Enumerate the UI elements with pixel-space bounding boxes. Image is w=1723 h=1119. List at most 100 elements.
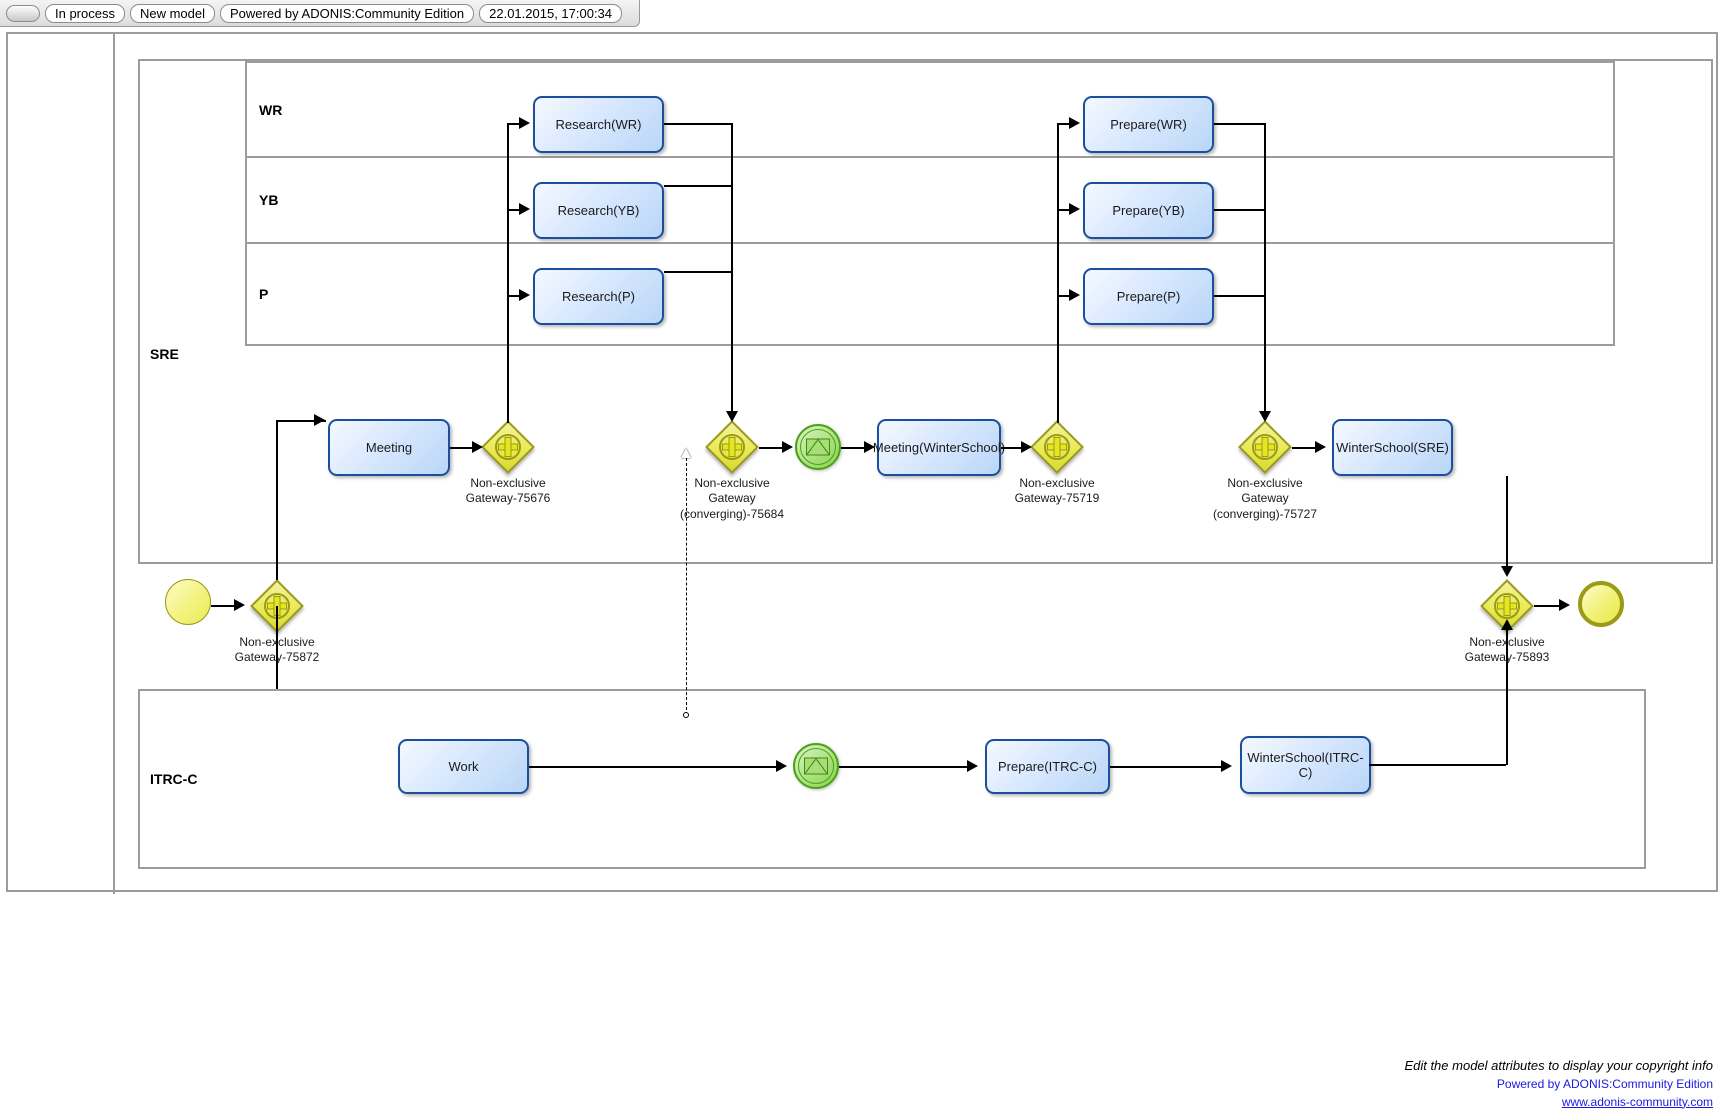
lane-sre-label: SRE xyxy=(150,346,179,362)
connector-line xyxy=(839,766,967,768)
model-frame: ITRC SRE WR YB P Research(WR) Research(Y… xyxy=(6,32,1718,894)
gateway-75676[interactable]: Non-exclusive Gateway-75676 xyxy=(466,420,550,505)
connector-arrow xyxy=(234,599,245,611)
task-prepare-wr[interactable]: Prepare(WR) xyxy=(1083,96,1214,153)
footer-website-link[interactable]: www.adonis-community.com xyxy=(1404,1094,1713,1111)
gateway-75719[interactable]: Non-exclusive Gateway-75719 xyxy=(1015,420,1099,505)
connector-line xyxy=(1214,209,1264,211)
sublane-yb-label: YB xyxy=(259,192,279,208)
connector-line xyxy=(759,447,783,449)
sublane-wr: WR xyxy=(247,63,1613,158)
diagram-canvas[interactable]: ITRC SRE WR YB P Research(WR) Research(Y… xyxy=(0,27,1723,1119)
connector-arrow xyxy=(519,289,530,301)
sublane-yb: YB xyxy=(247,158,1613,244)
footer-powered-by: Powered by ADONIS:Community Edition xyxy=(1496,1077,1713,1092)
timestamp-badge[interactable]: 22.01.2015, 17:00:34 xyxy=(479,3,623,23)
connector-arrow xyxy=(1069,289,1080,301)
task-meeting-winterschool[interactable]: Meeting(WinterSchool) xyxy=(873,419,1005,476)
connector-line xyxy=(664,123,731,125)
task-meeting[interactable]: Meeting xyxy=(328,419,450,476)
lane-itrcc: ITRC-C Work Prepare(ITRC-C) WinterSchool… xyxy=(138,689,1646,869)
task-prepare-itrcc[interactable]: Prepare(ITRC-C) xyxy=(985,739,1110,794)
sublane-p-label: P xyxy=(259,286,269,302)
model-name-badge[interactable]: New model xyxy=(129,3,216,23)
sublane-group: WR YB P xyxy=(245,61,1615,346)
connector-line xyxy=(1214,295,1264,297)
connector-arrow xyxy=(519,117,530,129)
connector-arrow xyxy=(314,414,325,426)
gateway-75684-converging[interactable]: Non-exclusive Gateway (converging)-75684 xyxy=(680,420,784,521)
connector-arrow xyxy=(1501,566,1513,577)
task-winterschool-itrcc[interactable]: WinterSchool(ITRC-C) xyxy=(1240,736,1371,794)
sublane-wr-label: WR xyxy=(259,101,283,118)
connector-arrow xyxy=(726,411,738,422)
connector-line xyxy=(1292,447,1316,449)
connector-line xyxy=(731,123,733,418)
envelope-icon xyxy=(804,757,828,775)
lane-sre: SRE WR YB P Research(WR) Research(YB) Re… xyxy=(138,59,1713,564)
message-flow-arrow xyxy=(681,448,691,458)
connector-line xyxy=(211,605,235,607)
connector-arrow xyxy=(519,203,530,215)
powered-by-badge[interactable]: Powered by ADONIS:Community Edition xyxy=(220,3,475,23)
toolbar-knob-icon[interactable] xyxy=(6,4,40,22)
connector-arrow xyxy=(1021,441,1032,453)
end-event[interactable] xyxy=(1578,581,1624,627)
gateway-plus-icon-v xyxy=(728,437,736,457)
connector-line xyxy=(1506,626,1508,765)
connector-arrow xyxy=(776,760,787,772)
connector-arrow xyxy=(1559,599,1570,611)
task-winterschool-sre[interactable]: WinterSchool(SRE) xyxy=(1332,419,1453,476)
lane-itrcc-label: ITRC-C xyxy=(150,771,198,787)
connector-arrow xyxy=(1221,760,1232,772)
task-research-p[interactable]: Research(P) xyxy=(533,268,664,325)
gateway-plus-icon-v xyxy=(1261,437,1269,457)
connector-line xyxy=(1534,605,1560,607)
connector-line xyxy=(841,447,865,449)
sublane-p: P xyxy=(247,244,1613,344)
connector-line xyxy=(1001,447,1023,449)
connector-arrow xyxy=(782,441,793,453)
footer-copyright-hint: Edit the model attributes to display you… xyxy=(1404,1058,1713,1074)
connector-line xyxy=(1214,123,1264,125)
task-research-yb[interactable]: Research(YB) xyxy=(533,182,664,239)
task-prepare-yb[interactable]: Prepare(YB) xyxy=(1083,182,1214,239)
task-prepare-p[interactable]: Prepare(P) xyxy=(1083,268,1214,325)
gateway-75676-label: Non-exclusive Gateway-75676 xyxy=(465,476,551,506)
connector-line xyxy=(1506,476,1508,571)
connector-arrow xyxy=(967,760,978,772)
connector-arrow xyxy=(1069,203,1080,215)
connector-line xyxy=(276,420,278,580)
gateway-75719-label: Non-exclusive Gateway-75719 xyxy=(1014,476,1100,506)
start-event[interactable] xyxy=(165,579,211,625)
status-badge[interactable]: In process xyxy=(45,3,125,23)
toolbar: In process New model Powered by ADONIS:C… xyxy=(0,0,640,27)
connector-arrow xyxy=(1069,117,1080,129)
gateway-75727-converging[interactable]: Non-exclusive Gateway (converging)-75727 xyxy=(1213,420,1317,521)
message-flow-origin-dot xyxy=(682,712,689,718)
message-event-itrcc[interactable] xyxy=(793,743,839,789)
connector-arrow xyxy=(1315,441,1326,453)
footer: Edit the model attributes to display you… xyxy=(1404,1057,1713,1111)
connector-arrow xyxy=(1501,619,1513,630)
connector-line xyxy=(450,447,474,449)
connector-line xyxy=(1369,764,1506,766)
connector-line xyxy=(1110,766,1222,768)
connector-line xyxy=(1057,123,1059,423)
connector-line xyxy=(529,766,776,768)
task-work[interactable]: Work xyxy=(398,739,529,794)
connector-line xyxy=(507,123,509,423)
envelope-icon xyxy=(806,438,830,456)
message-event-sre[interactable] xyxy=(795,424,841,470)
gateway-75727-label: Non-exclusive Gateway (converging)-75727 xyxy=(1212,476,1318,521)
connector-line xyxy=(664,185,731,187)
connector-line xyxy=(1264,123,1266,418)
gateway-plus-icon-v xyxy=(1053,437,1061,457)
task-research-wr[interactable]: Research(WR) xyxy=(533,96,664,153)
message-flow-connector xyxy=(686,458,687,715)
connector-arrow xyxy=(472,441,483,453)
gateway-plus-icon-v xyxy=(504,437,512,457)
gateway-75684-label: Non-exclusive Gateway (converging)-75684 xyxy=(679,476,785,521)
connector-line xyxy=(664,271,731,273)
connector-arrow xyxy=(1259,411,1271,422)
